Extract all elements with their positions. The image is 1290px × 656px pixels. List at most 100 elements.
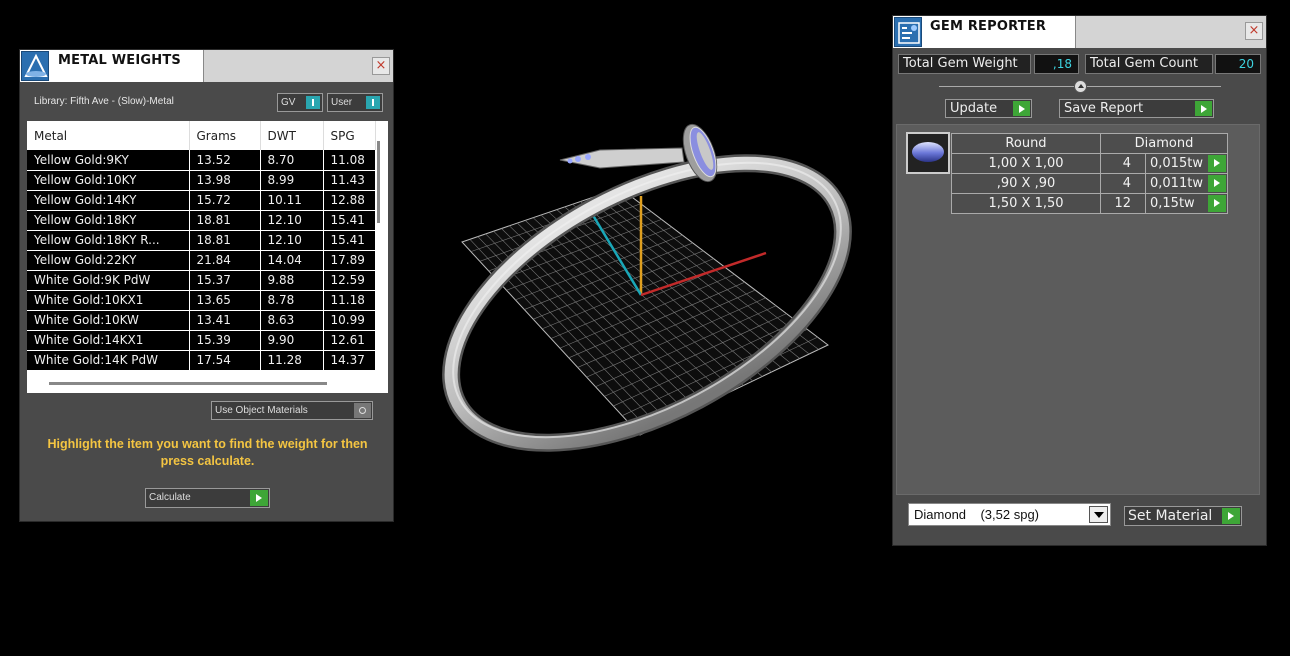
gem-weight-text: 0,011tw <box>1150 176 1203 191</box>
metal-cell: White Gold:9K PdW <box>27 270 190 291</box>
metal-cell: Yellow Gold:10KY <box>27 170 190 191</box>
spg-cell: 14.37 <box>323 350 376 371</box>
grams-cell: 13.52 <box>189 150 261 171</box>
grams-cell: 21.84 <box>189 250 261 271</box>
collapse-handle-icon[interactable] <box>1074 80 1087 93</box>
save-report-button[interactable]: Save Report <box>1059 99 1214 118</box>
table-row[interactable]: White Gold:9K PdW 15.37 9.88 12.59 <box>27 270 376 291</box>
metal-cell: Yellow Gold:14KY <box>27 190 190 211</box>
spg-cell: 15.41 <box>323 210 376 231</box>
update-label: Update <box>950 101 998 116</box>
metal-weights-app-icon <box>21 51 49 81</box>
close-icon[interactable]: × <box>372 57 390 75</box>
table-row[interactable]: 1,00 X 1,00 4 0,015tw <box>951 153 1228 174</box>
horizontal-scrollbar[interactable] <box>49 382 327 385</box>
toggle-knob-icon <box>306 96 320 109</box>
metal-cell: Yellow Gold:18KY <box>27 210 190 231</box>
material-select[interactable]: Diamond (3,52 spg) <box>908 503 1111 526</box>
close-icon[interactable]: × <box>1245 22 1263 40</box>
metal-weights-titlebar[interactable]: METAL WEIGHTS × <box>20 50 393 82</box>
gem-size-cell: 1,00 X 1,00 <box>951 153 1101 174</box>
dwt-cell: 14.04 <box>260 250 324 271</box>
table-row[interactable]: White Gold:10KX1 13.65 8.78 11.18 <box>27 290 376 311</box>
chevron-down-icon <box>1089 506 1108 523</box>
dwt-cell: 9.90 <box>260 330 324 351</box>
table-row[interactable]: Yellow Gold:9KY 13.52 8.70 11.08 <box>27 150 376 171</box>
grams-cell: 15.39 <box>189 330 261 351</box>
table-row[interactable]: White Gold:10KW 13.41 8.63 10.99 <box>27 310 376 331</box>
dwt-cell: 8.63 <box>260 310 324 331</box>
dwt-cell: 8.99 <box>260 170 324 191</box>
spg-cell: 11.43 <box>323 170 376 191</box>
table-row[interactable]: White Gold:14KX1 15.39 9.90 12.61 <box>27 330 376 351</box>
column-header-grams[interactable]: Grams <box>189 121 261 150</box>
save-report-label: Save Report <box>1064 101 1144 116</box>
table-row[interactable]: Yellow Gold:22KY 21.84 14.04 17.89 <box>27 250 376 271</box>
calculate-label: Calculate <box>149 492 191 503</box>
gem-count-cell: 12 <box>1100 193 1146 214</box>
grams-cell: 17.54 <box>189 350 261 371</box>
play-arrow-icon <box>1195 101 1212 116</box>
table-row[interactable]: Yellow Gold:18KY 18.81 12.10 15.41 <box>27 210 376 231</box>
total-gem-weight-value: ,18 <box>1034 54 1079 74</box>
user-toggle[interactable]: User <box>327 93 383 112</box>
metal-cell: Yellow Gold:9KY <box>27 150 190 171</box>
gv-toggle[interactable]: GV <box>277 93 323 112</box>
dwt-cell: 11.28 <box>260 350 324 371</box>
total-gem-weight-label: Total Gem Weight <box>898 54 1031 74</box>
gem-weight-text: 0,15tw <box>1150 196 1195 211</box>
play-arrow-icon[interactable] <box>1208 155 1226 172</box>
gem-weight-cell: 0,015tw <box>1145 153 1228 174</box>
dwt-cell: 9.88 <box>260 270 324 291</box>
gem-table-header: Round Diamond <box>951 133 1228 154</box>
radio-icon <box>354 403 371 418</box>
vertical-scrollbar[interactable] <box>377 141 380 223</box>
dwt-cell: 8.78 <box>260 290 324 311</box>
metal-weights-panel: METAL WEIGHTS × Library: Fifth Ave - (Sl… <box>19 49 394 522</box>
gem-size-cell: 1,50 X 1,50 <box>951 193 1101 214</box>
grams-cell: 13.98 <box>189 170 261 191</box>
gem-size-cell: ,90 X ,90 <box>951 173 1101 194</box>
table-row[interactable]: Yellow Gold:18KY R... 18.81 12.10 15.41 <box>27 230 376 251</box>
column-header-spg[interactable]: SPG <box>323 121 376 150</box>
grams-cell: 18.81 <box>189 210 261 231</box>
metal-cell: Yellow Gold:18KY R... <box>27 230 190 251</box>
spg-cell: 17.89 <box>323 250 376 271</box>
play-arrow-icon[interactable] <box>1208 195 1226 212</box>
gem-thumbnail[interactable] <box>906 132 950 174</box>
material-header: Diamond <box>1100 133 1228 154</box>
gem-weight-cell: 0,15tw <box>1145 193 1228 214</box>
use-object-materials-toggle[interactable]: Use Object Materials <box>211 401 373 420</box>
play-arrow-icon[interactable] <box>1208 175 1226 192</box>
set-material-button[interactable]: Set Material <box>1124 506 1242 526</box>
play-arrow-icon <box>250 490 268 506</box>
material-select-value: Diamond (3,52 spg) <box>914 507 1040 522</box>
play-arrow-icon <box>1222 508 1240 524</box>
library-label: Library: Fifth Ave - (Slow)-Metal <box>34 96 174 107</box>
metal-table-container[interactable]: Metal Grams DWT SPG Yellow Gold:9KY 13.52… <box>27 121 388 393</box>
column-header-dwt[interactable]: DWT <box>260 121 324 150</box>
gem-reporter-titlebar[interactable]: GEM REPORTER × <box>893 16 1266 48</box>
metal-cell: White Gold:10KX1 <box>27 290 190 311</box>
grams-cell: 13.65 <box>189 290 261 311</box>
dwt-cell: 12.10 <box>260 230 324 251</box>
update-button[interactable]: Update <box>945 99 1032 118</box>
table-row[interactable]: Yellow Gold:10KY 13.98 8.99 11.43 <box>27 170 376 191</box>
spg-cell: 15.41 <box>323 230 376 251</box>
calculate-button[interactable]: Calculate <box>145 488 270 508</box>
gem-count-cell: 4 <box>1100 173 1146 194</box>
grams-cell: 13.41 <box>189 310 261 331</box>
metal-cell: White Gold:14K PdW <box>27 350 190 371</box>
play-arrow-icon <box>1013 101 1030 116</box>
table-row[interactable]: ,90 X ,90 4 0,011tw <box>951 173 1228 194</box>
3d-viewport[interactable] <box>410 110 870 460</box>
table-row[interactable]: 1,50 X 1,50 12 0,15tw <box>951 193 1228 214</box>
column-header-metal[interactable]: Metal <box>27 121 190 150</box>
metal-weights-title: METAL WEIGHTS <box>58 53 181 68</box>
table-row[interactable]: Yellow Gold:14KY 15.72 10.11 12.88 <box>27 190 376 211</box>
use-object-materials-label: Use Object Materials <box>215 405 308 416</box>
table-row[interactable]: White Gold:14K PdW 17.54 11.28 14.37 <box>27 350 376 371</box>
toggle-knob-icon <box>366 96 380 109</box>
metal-table: Metal Grams DWT SPG Yellow Gold:9KY 13.52… <box>27 121 376 371</box>
round-diamond-icon <box>912 142 944 162</box>
